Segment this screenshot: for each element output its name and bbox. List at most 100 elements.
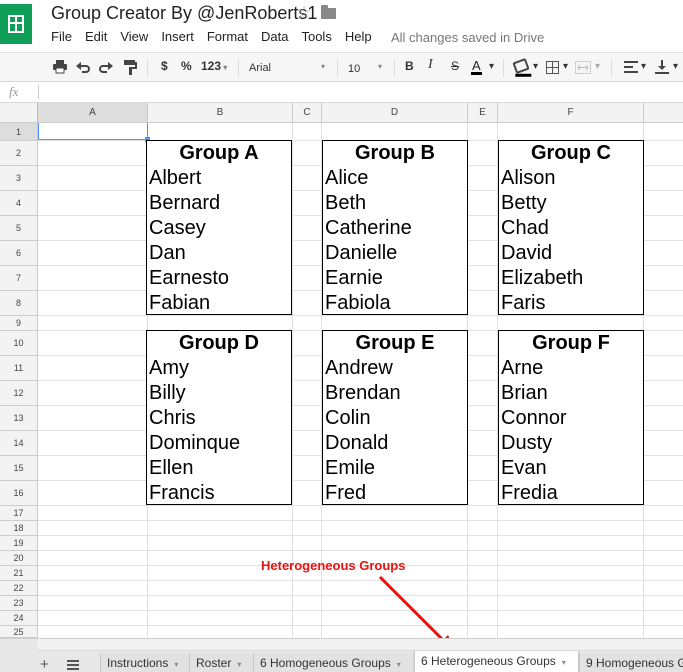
merge-cells-icon[interactable]: [575, 61, 591, 74]
bold-button[interactable]: B: [405, 59, 414, 73]
menu-data[interactable]: Data: [261, 29, 288, 47]
row-header-20[interactable]: 20: [0, 551, 38, 566]
paint-format-icon[interactable]: [123, 59, 137, 75]
merge-dropdown-icon[interactable]: ▾: [595, 61, 600, 72]
row-header-22[interactable]: 22: [0, 581, 38, 596]
vertical-align-icon[interactable]: [655, 59, 669, 74]
menu-insert[interactable]: Insert: [161, 29, 194, 47]
column-header-f[interactable]: F: [498, 103, 644, 123]
row-header-21[interactable]: 21: [0, 566, 38, 581]
fill-color-dropdown-icon[interactable]: ▾: [533, 61, 538, 72]
row-header-2[interactable]: 2: [0, 141, 38, 166]
borders-dropdown-icon[interactable]: ▾: [563, 61, 568, 72]
row-header-1[interactable]: 1: [0, 123, 38, 141]
vertical-align-dropdown-icon[interactable]: ▾: [673, 61, 678, 72]
add-sheet-button[interactable]: +: [40, 656, 49, 672]
column-header-g[interactable]: [644, 103, 683, 123]
text-color-dropdown-icon[interactable]: ▾: [489, 61, 494, 72]
group-member[interactable]: Fabiola: [325, 291, 391, 315]
strikethrough-button[interactable]: S: [451, 59, 459, 73]
row-header-9[interactable]: 9: [0, 316, 38, 331]
group-member[interactable]: Dusty: [501, 431, 552, 455]
group-member[interactable]: Earnie: [325, 266, 383, 290]
menu-format[interactable]: Format: [207, 29, 248, 47]
group-member[interactable]: Brian: [501, 381, 548, 405]
sheet-tab-instructions[interactable]: Instructions ▾: [100, 653, 189, 672]
group-member[interactable]: Evan: [501, 456, 547, 480]
group-box-a[interactable]: Group A Albert Bernard Casey Dan Earnest…: [146, 140, 292, 315]
group-member[interactable]: Elizabeth: [501, 266, 583, 290]
fill-color-icon[interactable]: [512, 57, 530, 75]
group-box-b[interactable]: Group B Alice Beth Catherine Danielle Ea…: [322, 140, 468, 315]
row-header-7[interactable]: 7: [0, 266, 38, 291]
column-header-c[interactable]: C: [293, 103, 322, 123]
row-header-18[interactable]: 18: [0, 521, 38, 536]
row-header-3[interactable]: 3: [0, 166, 38, 191]
group-member[interactable]: Fabian: [149, 291, 210, 315]
column-header-d[interactable]: D: [322, 103, 468, 123]
menu-file[interactable]: File: [51, 29, 72, 47]
group-member[interactable]: Fredia: [501, 481, 558, 505]
group-box-f[interactable]: Group F Arne Brian Connor Dusty Evan Fre…: [498, 330, 644, 505]
row-header-17[interactable]: 17: [0, 506, 38, 521]
group-member[interactable]: Chris: [149, 406, 196, 430]
borders-icon[interactable]: [546, 61, 559, 74]
group-member[interactable]: David: [501, 241, 552, 265]
currency-format-button[interactable]: $: [161, 59, 168, 73]
menu-tools[interactable]: Tools: [301, 29, 331, 47]
row-header-14[interactable]: 14: [0, 431, 38, 456]
group-member[interactable]: Dominque: [149, 431, 240, 455]
undo-icon[interactable]: [76, 60, 90, 74]
horizontal-scrollbar[interactable]: [38, 639, 683, 651]
more-formats-dropdown[interactable]: 123: [201, 59, 227, 73]
group-member[interactable]: Earnesto: [149, 266, 229, 290]
group-member[interactable]: Ellen: [149, 456, 193, 480]
menu-view[interactable]: View: [120, 29, 148, 47]
menu-edit[interactable]: Edit: [85, 29, 107, 47]
italic-button[interactable]: I: [428, 57, 433, 73]
active-cell-a1[interactable]: [38, 123, 150, 142]
sheets-logo-icon[interactable]: [0, 4, 32, 44]
group-member[interactable]: Brendan: [325, 381, 401, 405]
folder-icon[interactable]: [321, 5, 336, 19]
row-header-15[interactable]: 15: [0, 456, 38, 481]
select-all-corner[interactable]: [0, 103, 38, 123]
group-member[interactable]: Connor: [501, 406, 567, 430]
font-family-select[interactable]: Arial ▾: [248, 58, 330, 78]
group-box-e[interactable]: Group E Andrew Brendan Colin Donald Emil…: [322, 330, 468, 505]
sheet-tab-6-heterogeneous[interactable]: 6 Heterogeneous Groups ▾: [414, 651, 579, 672]
text-color-button[interactable]: A: [471, 58, 482, 75]
group-member[interactable]: Arne: [501, 356, 543, 380]
align-dropdown-icon[interactable]: ▾: [641, 61, 646, 72]
column-header-e[interactable]: E: [468, 103, 498, 123]
sheet-tab-roster[interactable]: Roster ▾: [189, 653, 253, 672]
column-header-a[interactable]: A: [38, 103, 148, 123]
group-member[interactable]: Amy: [149, 356, 189, 380]
group-member[interactable]: Albert: [149, 166, 201, 190]
row-header-6[interactable]: 6: [0, 241, 38, 266]
row-header-24[interactable]: 24: [0, 611, 38, 626]
group-member[interactable]: Beth: [325, 191, 366, 215]
group-member[interactable]: Andrew: [325, 356, 393, 380]
row-header-23[interactable]: 23: [0, 596, 38, 611]
group-member[interactable]: Danielle: [325, 241, 397, 265]
group-member[interactable]: Bernard: [149, 191, 220, 215]
row-header-10[interactable]: 10: [0, 331, 38, 356]
document-title[interactable]: Group Creator By @JenRoberts1: [51, 3, 317, 24]
all-sheets-menu-icon[interactable]: [67, 660, 79, 670]
group-box-c[interactable]: Group C Alison Betty Chad David Elizabet…: [498, 140, 644, 315]
align-left-icon[interactable]: [624, 61, 638, 73]
group-member[interactable]: Fred: [325, 481, 366, 505]
font-size-select[interactable]: 10 ▾: [347, 58, 387, 78]
group-member[interactable]: Alice: [325, 166, 368, 190]
row-header-12[interactable]: 12: [0, 381, 38, 406]
sheet-tab-9-homogeneous[interactable]: 9 Homogeneous G: [579, 653, 683, 672]
group-member[interactable]: Francis: [149, 481, 215, 505]
group-member[interactable]: Donald: [325, 431, 388, 455]
star-icon[interactable]: ☆: [296, 2, 312, 23]
group-member[interactable]: Chad: [501, 216, 549, 240]
row-header-5[interactable]: 5: [0, 216, 38, 241]
row-header-11[interactable]: 11: [0, 356, 38, 381]
group-member[interactable]: Colin: [325, 406, 371, 430]
redo-icon[interactable]: [99, 60, 113, 74]
